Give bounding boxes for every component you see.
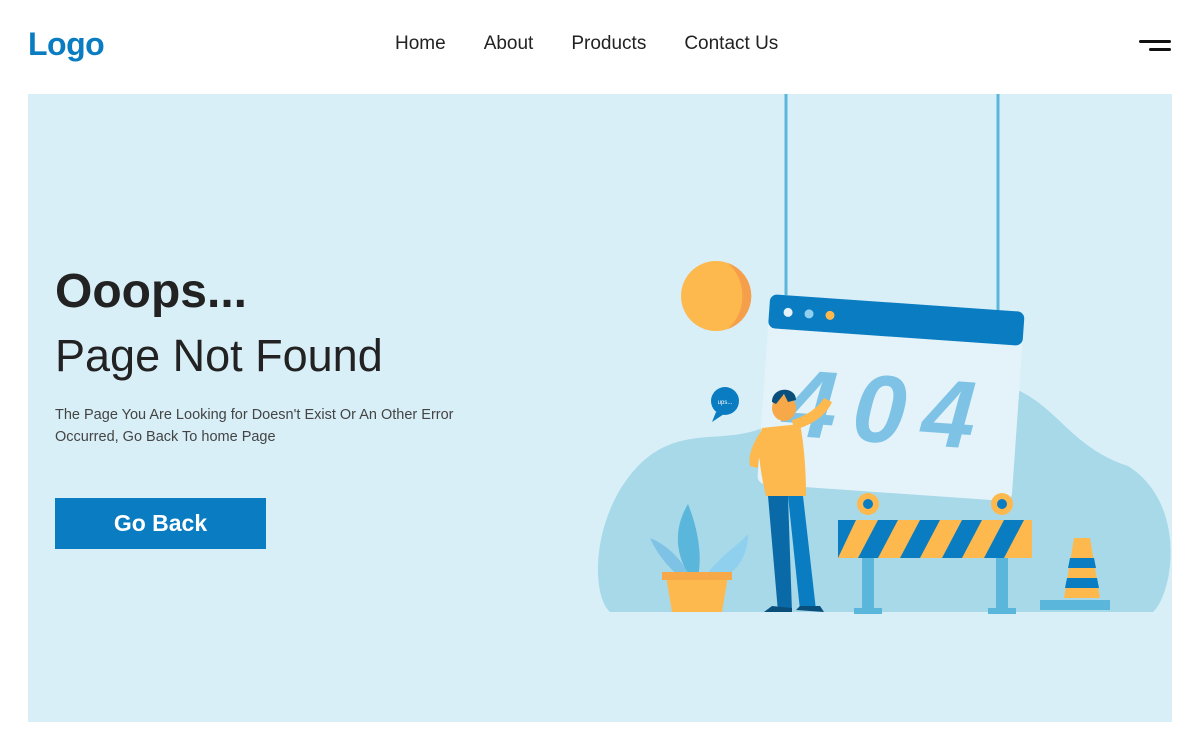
menu-bar-top (1139, 40, 1171, 43)
page-footer-strip (0, 722, 1200, 750)
logo[interactable]: Logo (28, 26, 105, 63)
error-message: The Page You Are Looking for Doesn't Exi… (55, 407, 454, 445)
menu-bar-bottom (1149, 48, 1171, 51)
main-nav: Home About Products Contact Us (395, 33, 778, 55)
speech-bubble-text: ups... (718, 400, 733, 406)
nav-link-contact-us[interactable]: Contact Us (684, 33, 778, 55)
go-back-button[interactable]: Go Back (55, 498, 266, 549)
nav-link-about[interactable]: About (484, 33, 534, 55)
error-subheadline: Page Not Found (55, 330, 383, 381)
nav-link-home[interactable]: Home (395, 33, 446, 55)
hero-section: Ooops... Page Not Found The Page You Are… (28, 94, 1172, 722)
sign-404-text: 404 (778, 349, 995, 470)
hamburger-menu-icon[interactable] (1139, 38, 1173, 54)
nav-link-products[interactable]: Products (571, 33, 646, 55)
error-headline: Ooops... (55, 265, 247, 318)
404-illustration: 404 ups... (597, 94, 1171, 614)
site-header: Logo Home About Products Contact Us (0, 0, 1200, 92)
